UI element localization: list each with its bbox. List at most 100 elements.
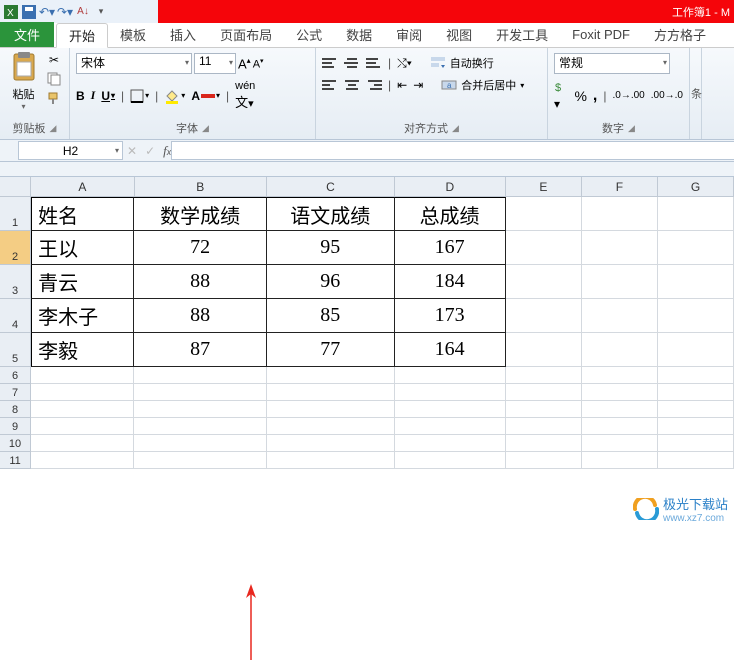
- cell[interactable]: [658, 333, 734, 367]
- cell[interactable]: [506, 231, 582, 265]
- cell[interactable]: [582, 231, 658, 265]
- cell[interactable]: [267, 384, 395, 401]
- cell[interactable]: [582, 333, 658, 367]
- cell[interactable]: [658, 435, 734, 452]
- font-name-select[interactable]: 宋体▾: [76, 53, 192, 74]
- cell[interactable]: 语文成绩: [267, 197, 395, 231]
- qat-more-icon[interactable]: ▾: [93, 4, 109, 20]
- cell[interactable]: 173: [395, 299, 506, 333]
- cell[interactable]: [506, 197, 582, 231]
- cell[interactable]: 96: [267, 265, 395, 299]
- decrease-font-icon[interactable]: A▾: [253, 57, 264, 71]
- row-header[interactable]: 6: [0, 367, 31, 384]
- cell[interactable]: [267, 435, 395, 452]
- cell[interactable]: 88: [134, 299, 266, 333]
- cell[interactable]: [395, 452, 506, 469]
- row-header[interactable]: 3: [0, 265, 31, 299]
- cell[interactable]: 184: [395, 265, 506, 299]
- redo-icon[interactable]: ↷▾: [57, 4, 73, 20]
- cell[interactable]: [658, 418, 734, 435]
- tab-view[interactable]: 视图: [434, 22, 484, 47]
- formula-bar[interactable]: [171, 141, 734, 160]
- cell[interactable]: [582, 299, 658, 333]
- cell[interactable]: [134, 367, 266, 384]
- cell[interactable]: [395, 384, 506, 401]
- cell[interactable]: [134, 435, 266, 452]
- cell[interactable]: [31, 384, 134, 401]
- column-header-E[interactable]: E: [506, 177, 582, 197]
- cell[interactable]: [506, 299, 582, 333]
- cell[interactable]: 85: [267, 299, 395, 333]
- cell[interactable]: [395, 418, 506, 435]
- bold-button[interactable]: B: [76, 89, 85, 103]
- cell[interactable]: [582, 265, 658, 299]
- select-all-corner[interactable]: [0, 177, 31, 197]
- cell[interactable]: [134, 418, 266, 435]
- cell[interactable]: 姓名: [31, 197, 134, 231]
- cell[interactable]: [658, 197, 734, 231]
- row-header[interactable]: 2: [0, 231, 31, 265]
- increase-indent-icon[interactable]: ⇥: [413, 78, 423, 92]
- row-header[interactable]: 4: [0, 299, 31, 333]
- align-left-icon[interactable]: [322, 78, 338, 92]
- cell[interactable]: [506, 265, 582, 299]
- cell[interactable]: [582, 452, 658, 469]
- cell[interactable]: 167: [395, 231, 506, 265]
- tab-page-layout[interactable]: 页面布局: [208, 22, 284, 47]
- row-header[interactable]: 11: [0, 452, 31, 469]
- cell[interactable]: [395, 435, 506, 452]
- row-header[interactable]: 9: [0, 418, 31, 435]
- save-icon[interactable]: [21, 4, 37, 20]
- cell[interactable]: [267, 401, 395, 418]
- cell[interactable]: [658, 265, 734, 299]
- number-launcher-icon[interactable]: ◢: [628, 123, 635, 134]
- spreadsheet-grid[interactable]: ABCDEFG 1姓名数学成绩语文成绩总成绩2王以72951673青云88961…: [0, 177, 734, 469]
- cell[interactable]: [506, 452, 582, 469]
- paste-button[interactable]: 粘贴 ▾: [6, 50, 41, 120]
- cell[interactable]: [506, 384, 582, 401]
- cell[interactable]: [267, 452, 395, 469]
- cell[interactable]: [31, 367, 134, 384]
- decrease-indent-icon[interactable]: ⇤: [397, 78, 407, 92]
- cell[interactable]: [658, 231, 734, 265]
- cell[interactable]: 164: [395, 333, 506, 367]
- wrap-text-button[interactable]: 自动换行: [430, 55, 494, 71]
- cell[interactable]: 数学成绩: [134, 197, 266, 231]
- cell[interactable]: 王以: [31, 231, 134, 265]
- cell[interactable]: [582, 367, 658, 384]
- tab-review[interactable]: 审阅: [384, 22, 434, 47]
- italic-button[interactable]: I: [91, 88, 96, 103]
- align-top-icon[interactable]: [322, 56, 338, 70]
- cell[interactable]: [31, 452, 134, 469]
- cell[interactable]: [267, 367, 395, 384]
- cell[interactable]: [582, 401, 658, 418]
- cell[interactable]: [658, 401, 734, 418]
- align-bottom-icon[interactable]: [366, 56, 382, 70]
- font-size-select[interactable]: 11▾: [194, 53, 236, 74]
- tab-file[interactable]: 文件: [0, 22, 54, 47]
- cell[interactable]: 88: [134, 265, 266, 299]
- fx-icon[interactable]: fx: [163, 143, 171, 159]
- cell[interactable]: [31, 435, 134, 452]
- cell[interactable]: [658, 384, 734, 401]
- cell[interactable]: 72: [134, 231, 266, 265]
- format-painter-icon[interactable]: [45, 90, 63, 106]
- cell[interactable]: [134, 452, 266, 469]
- column-header-B[interactable]: B: [135, 177, 268, 197]
- cell[interactable]: [134, 401, 266, 418]
- orientation-button[interactable]: ⤭▾: [397, 56, 412, 71]
- clipboard-launcher-icon[interactable]: ◢: [50, 123, 57, 134]
- tab-insert[interactable]: 插入: [158, 22, 208, 47]
- column-header-G[interactable]: G: [658, 177, 734, 197]
- row-header[interactable]: 8: [0, 401, 31, 418]
- border-button[interactable]: ▾: [130, 89, 149, 103]
- cell[interactable]: [658, 367, 734, 384]
- cell[interactable]: [506, 435, 582, 452]
- increase-font-icon[interactable]: A▴: [238, 56, 251, 71]
- row-header[interactable]: 1: [0, 197, 31, 231]
- tab-formulas[interactable]: 公式: [284, 22, 334, 47]
- cell[interactable]: 77: [267, 333, 395, 367]
- tab-foxit-pdf[interactable]: Foxit PDF: [560, 22, 642, 47]
- fill-color-button[interactable]: ▾: [164, 88, 185, 104]
- column-header-D[interactable]: D: [395, 177, 506, 197]
